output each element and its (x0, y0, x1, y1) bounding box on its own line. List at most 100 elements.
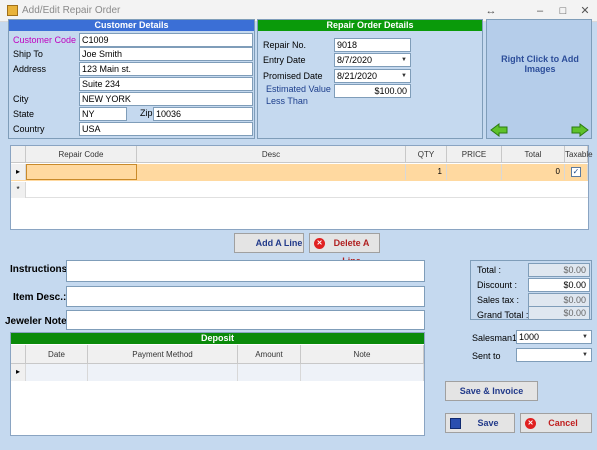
chevron-down-icon[interactable]: ▼ (580, 350, 590, 360)
deposit-grid-header: Date Payment Method Amount Note (11, 345, 424, 364)
ship-to-label: Ship To (13, 49, 43, 59)
chevron-down-icon[interactable]: ▼ (399, 55, 409, 65)
cell-note[interactable] (301, 364, 424, 381)
address-label: Address (13, 64, 47, 74)
country-label: Country (13, 124, 45, 134)
discount-label: Discount : (477, 280, 518, 290)
item-desc-label: Item Desc.: (13, 292, 67, 303)
col-note[interactable]: Note (301, 345, 424, 364)
col-repair-code[interactable]: Repair Code (26, 146, 137, 163)
customer-details-header: Customer Details (9, 20, 254, 31)
repair-no-label: Repair No. (263, 40, 307, 50)
add-images-hint: Right Click to Add Images (501, 54, 579, 74)
cancel-icon: ✕ (525, 418, 536, 429)
cancel-label: Cancel (548, 418, 578, 428)
cancel-button[interactable]: ✕ Cancel (520, 413, 592, 433)
sales-tax-label: Sales tax : (477, 295, 520, 305)
cell-qty[interactable]: 1 (406, 164, 447, 180)
cell-taxable[interactable]: ✓ (565, 164, 588, 180)
estimated-value-input[interactable]: $100.00 (334, 84, 411, 98)
image-panel[interactable]: Right Click to Add Images (486, 19, 592, 139)
cell-amount[interactable] (238, 364, 301, 381)
cell-date[interactable] (26, 364, 88, 381)
salesman-value: 1000 (519, 332, 540, 342)
add-line-button[interactable]: Add A Line (234, 233, 304, 253)
col-date[interactable]: Date (26, 345, 88, 364)
col-payment-method[interactable]: Payment Method (88, 345, 238, 364)
col-price[interactable]: PRICE (447, 146, 502, 163)
salesman-select[interactable]: 1000 ▼ (516, 330, 592, 344)
customer-code-input[interactable]: C1009 (79, 33, 253, 47)
instructions-input[interactable] (66, 260, 425, 282)
promised-date-picker[interactable]: 8/21/2020 ▼ (334, 69, 411, 83)
cell-desc[interactable] (137, 164, 406, 180)
deposit-header: Deposit (11, 333, 424, 344)
entry-date-value: 8/7/2020 (337, 55, 373, 65)
table-row[interactable]: ▸ 1 0 ✓ (11, 164, 588, 181)
cell-payment-method[interactable] (88, 364, 238, 381)
repair-order-panel: Repair Order Details Repair No. 9018 Ent… (257, 19, 483, 139)
entry-date-picker[interactable]: 8/7/2020 ▼ (334, 53, 411, 67)
cell-price[interactable] (447, 164, 502, 180)
city-input[interactable]: NEW YORK (79, 92, 253, 106)
instructions-label: Instructions: (10, 264, 71, 275)
floppy-disk-icon (450, 418, 461, 429)
customer-code-label: Customer Code (13, 35, 77, 45)
zip-label: Zip (140, 108, 153, 118)
deposit-panel: Deposit Date Payment Method Amount Note … (10, 332, 425, 436)
sent-to-select[interactable]: ▼ (516, 348, 592, 362)
repair-order-header: Repair Order Details (258, 20, 482, 31)
col-total[interactable]: Total (502, 146, 565, 163)
country-input[interactable]: USA (79, 122, 253, 136)
move-icon[interactable]: ↔ (483, 3, 499, 19)
address-line1-input[interactable]: 123 Main st. (79, 62, 253, 76)
close-button[interactable]: ✕ (577, 3, 593, 19)
ship-to-input[interactable]: Joe Smith (79, 47, 253, 61)
col-amount[interactable]: Amount (238, 345, 301, 364)
state-input[interactable]: NY (79, 107, 127, 121)
deposit-corner (11, 345, 26, 364)
save-invoice-button[interactable]: Save & Invoice (445, 381, 538, 401)
next-arrow-icon[interactable] (571, 123, 589, 137)
repair-lines-grid[interactable]: Repair Code Desc QTY PRICE Total Taxable… (10, 145, 593, 230)
cell-total[interactable]: 0 (502, 164, 565, 180)
repair-no-input[interactable]: 9018 (334, 38, 411, 52)
less-than-label: Less Than (266, 96, 308, 106)
grand-total-label: Grand Total : (477, 310, 529, 320)
state-label: State (13, 109, 35, 119)
chevron-down-icon[interactable]: ▼ (399, 71, 409, 81)
row-header-corner (11, 146, 26, 163)
total-label: Total : (477, 265, 502, 275)
save-button[interactable]: Save (445, 413, 515, 433)
col-qty[interactable]: QTY (406, 146, 447, 163)
table-row[interactable]: ▸ (11, 364, 424, 381)
jeweler-note-input[interactable] (66, 310, 425, 330)
entry-date-label: Entry Date (263, 55, 306, 65)
app-icon (7, 5, 18, 16)
city-label: City (13, 94, 29, 104)
cell-repair-code[interactable] (26, 164, 137, 180)
salesman-label: Salesman1 (472, 333, 518, 343)
new-row[interactable]: * (11, 182, 588, 198)
maximize-button[interactable]: □ (555, 3, 571, 19)
zip-input[interactable]: 10036 (153, 107, 253, 121)
chevron-down-icon[interactable]: ▼ (580, 332, 590, 342)
sent-to-label: Sent to (472, 351, 501, 361)
save-label: Save (477, 418, 499, 428)
grand-total-value: $0.00 (528, 306, 590, 320)
discount-input[interactable]: $0.00 (528, 278, 590, 292)
delete-icon: ✕ (314, 238, 325, 249)
previous-arrow-icon[interactable] (490, 123, 508, 137)
promised-date-label: Promised Date (263, 71, 323, 81)
delete-line-button[interactable]: ✕ Delete A Line (309, 233, 380, 266)
sales-tax-value: $0.00 (528, 293, 590, 307)
totals-panel: Total : $0.00 Discount : $0.00 Sales tax… (470, 260, 592, 320)
col-taxable[interactable]: Taxable (565, 146, 593, 163)
item-desc-input[interactable] (66, 286, 425, 307)
address-line2-input[interactable]: Suite 234 (79, 77, 253, 91)
col-desc[interactable]: Desc (137, 146, 406, 163)
row-pointer-icon: ▸ (11, 164, 26, 180)
estimated-value-label: Estimated Value (266, 84, 331, 94)
minimize-button[interactable]: – (532, 3, 548, 19)
taxable-checkbox[interactable]: ✓ (571, 167, 581, 177)
